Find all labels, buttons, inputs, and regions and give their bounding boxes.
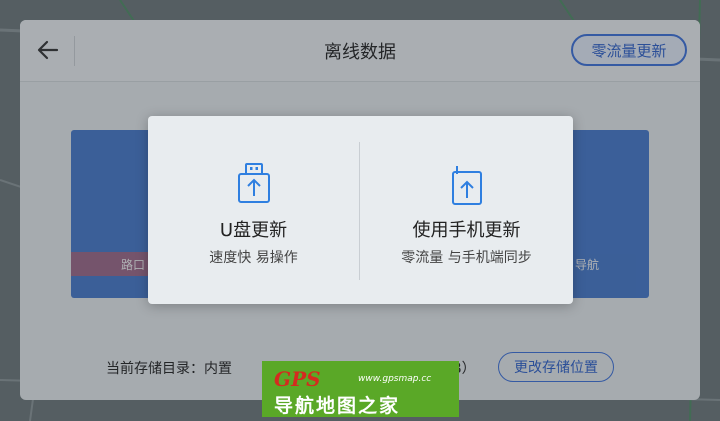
phone-update-option[interactable]: 使用手机更新 零流量 与手机端同步	[360, 116, 573, 304]
usb-option-desc: 速度快 易操作	[209, 250, 298, 266]
watermark-url: www.gpsmap.cc	[358, 374, 432, 384]
phone-option-desc: 零流量 与手机端同步	[401, 250, 532, 266]
usb-option-title: U盘更新	[219, 220, 288, 241]
watermark-logo: GPS www.gpsmap.cc 导航地图之家	[262, 361, 459, 417]
watermark-brand: GPS	[274, 367, 321, 391]
usb-icon	[235, 162, 273, 208]
watermark-name: 导航地图之家	[274, 395, 401, 417]
phone-upload-icon	[448, 162, 486, 210]
usb-update-option[interactable]: U盘更新 速度快 易操作	[148, 116, 359, 304]
update-method-dialog: U盘更新 速度快 易操作 使用手机更新 零流量 与手机端同步	[148, 116, 573, 304]
phone-option-title: 使用手机更新	[412, 220, 521, 241]
